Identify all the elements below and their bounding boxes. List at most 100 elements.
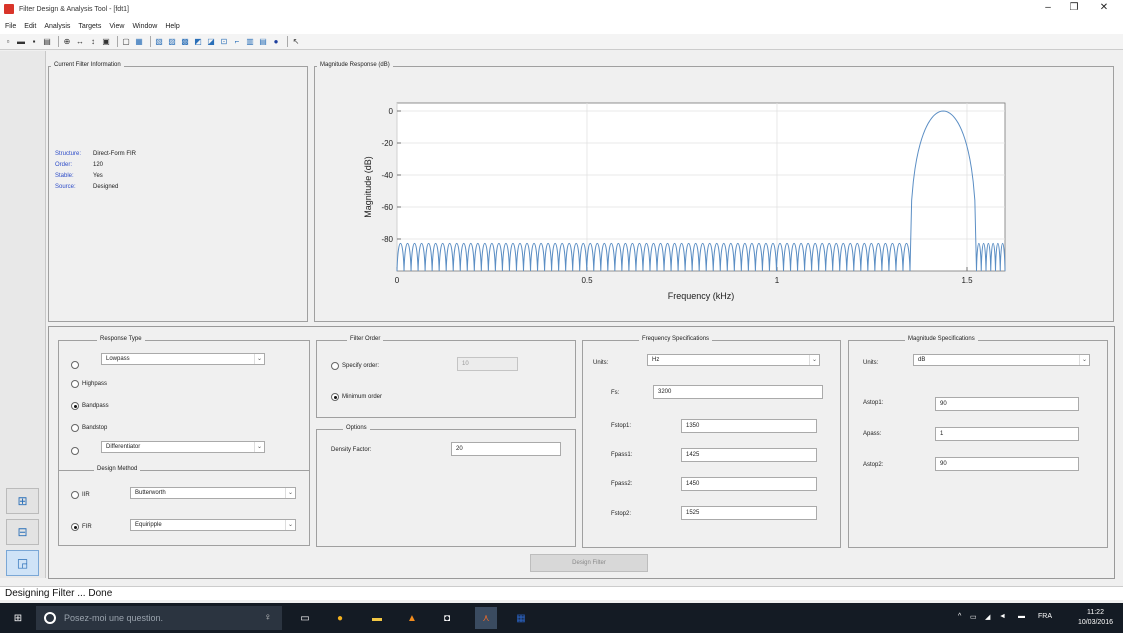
menu-edit[interactable]: Edit (24, 23, 36, 30)
fpass1-label: Fpass1: (611, 452, 633, 458)
phase-delay-icon[interactable]: ◪ (206, 37, 216, 47)
coefficients-icon[interactable]: ▤ (258, 37, 268, 47)
lowpass-select[interactable]: Lowpass ⌄ (101, 353, 265, 365)
freq-units-select[interactable]: Hz ⌄ (647, 354, 820, 366)
language-indicator[interactable]: FRA (1038, 613, 1052, 620)
astop2-input[interactable]: 90 (935, 457, 1079, 471)
density-factor-input[interactable]: 20 (451, 442, 561, 456)
search-placeholder: Posez-moi une question. (64, 613, 164, 623)
iir-method-value: Butterworth (135, 490, 166, 496)
toolbar: ▫ ▬ ▪ ▤ ⊕ ↔ ↕ ▣ ▢ ▦ ▧ ▨ ▩ ◩ ◪ ⊡ ⌐ ▥ ▤ ● … (0, 34, 1123, 50)
info-row-structure: Structure: Direct-Form FIR (55, 151, 136, 157)
clock-time: 11:22 (1086, 609, 1104, 616)
magnitude-response-chart[interactable]: 0 0.5 1 1.5 0 -20 -40 -60 -80 Frequency (kHz) Magn… (315, 67, 1113, 321)
zoom-x-icon[interactable]: ↔ (75, 37, 85, 47)
tray-notification-icon[interactable]: ▬ (1018, 613, 1025, 620)
minimum-order-radio[interactable] (331, 393, 339, 401)
zoom-y-icon[interactable]: ↕ (88, 37, 98, 47)
fstop2-label: Fstop2: (611, 511, 632, 517)
full-view-icon[interactable]: ▣ (101, 37, 111, 47)
specify-order-radio[interactable] (331, 362, 339, 370)
specify-order-input[interactable]: 10 (457, 357, 518, 371)
differentiator-radio[interactable] (71, 447, 79, 455)
phase-response-icon[interactable]: ▨ (167, 37, 177, 47)
mag-units-select[interactable]: dB ⌄ (913, 354, 1090, 366)
whats-this-icon[interactable]: ↖ (291, 37, 301, 47)
tray-network-icon[interactable]: ◢ (985, 613, 990, 621)
fstop1-input[interactable]: 1350 (681, 419, 817, 433)
y-tick-label: -80 (381, 235, 393, 244)
step-response-icon[interactable]: ⌐ (232, 37, 242, 47)
highpass-radio[interactable] (71, 380, 79, 388)
magnitude-response-panel: Magnitude Response (dB) 0 0.5 1 1.5 0 -20 -40-… (314, 62, 1114, 322)
info-value: Yes (93, 173, 103, 179)
bandpass-radio[interactable] (71, 402, 79, 410)
fstop2-input[interactable]: 1525 (681, 506, 817, 520)
tray-up-arrow-icon[interactable]: ^ (958, 613, 961, 620)
word-icon[interactable]: ▦ (514, 611, 528, 625)
cortana-icon (44, 612, 56, 624)
panel-title: Filter Order (347, 336, 384, 342)
menu-analysis[interactable]: Analysis (44, 23, 70, 30)
vlc-icon[interactable]: ▲ (405, 611, 419, 625)
file-explorer-icon[interactable]: ▬ (370, 611, 384, 625)
bandstop-radio[interactable] (71, 424, 79, 432)
fir-radio[interactable] (71, 523, 79, 531)
info-value: Designed (93, 184, 119, 190)
apass-input[interactable]: 1 (935, 427, 1079, 441)
astop1-input[interactable]: 90 (935, 397, 1079, 411)
iir-radio[interactable] (71, 491, 79, 499)
info-key: Structure: (55, 151, 82, 157)
zoom-in-icon[interactable]: ⊕ (62, 37, 72, 47)
menu-targets[interactable]: Targets (78, 23, 101, 30)
magnitude-icon[interactable]: ▦ (134, 37, 144, 47)
chrome-icon[interactable]: ● (333, 611, 347, 625)
fs-input[interactable]: 3200 (653, 385, 823, 399)
maximize-button[interactable]: ❐ (1062, 2, 1086, 13)
design-filter-button[interactable]: Design Filter (530, 554, 648, 572)
fdatool-window: Filter Design & Analysis Tool - [fdt1] –… (0, 0, 1123, 633)
taskbar-clock[interactable]: 11:22 10/03/2016 (1078, 608, 1113, 628)
y-tick-label: 0 (389, 107, 394, 116)
cortana-search-box[interactable]: Posez-moi une question. ♀ (36, 606, 282, 630)
info-key: Source: (55, 184, 76, 190)
filter-info-icon[interactable]: ● (271, 37, 281, 47)
filter-spec-icon[interactable]: ▢ (121, 37, 131, 47)
tray-battery-icon[interactable]: ▭ (970, 613, 977, 621)
tray-volume-icon[interactable]: ◄ (999, 613, 1006, 620)
design-filter-icon[interactable]: ◲ (6, 550, 39, 576)
response-type-panel: Response Type Lowpass ⌄ Highpass Bandpas… (58, 336, 310, 547)
menu-view[interactable]: View (109, 23, 124, 30)
chevron-down-icon: ⌄ (285, 488, 295, 498)
fpass1-input[interactable]: 1425 (681, 448, 817, 462)
mag-phase-icon[interactable]: ▩ (180, 37, 190, 47)
differentiator-select[interactable]: Differentiator ⌄ (101, 441, 265, 453)
fir-method-select[interactable]: Equiripple ⌄ (130, 519, 296, 531)
close-button[interactable]: ✕ (1092, 2, 1116, 13)
save-icon[interactable]: ▪ (29, 37, 39, 47)
matlab-taskbar-icon[interactable]: ⋏ (475, 607, 497, 629)
open-icon[interactable]: ▬ (16, 37, 26, 47)
transform-filter-icon[interactable]: ⊞ (6, 488, 39, 514)
menu-window[interactable]: Window (132, 23, 157, 30)
import-filter-icon[interactable]: ⊟ (6, 519, 39, 545)
fpass2-input[interactable]: 1450 (681, 477, 817, 491)
lowpass-radio[interactable] (71, 361, 79, 369)
panel-title: Frequency Specifications (639, 336, 713, 342)
menu-file[interactable]: File (5, 23, 16, 30)
iir-method-select[interactable]: Butterworth ⌄ (130, 487, 296, 499)
design-method-panel: Design Method IIR Butterworth ⌄ FIR Equi… (58, 466, 310, 547)
minimize-button[interactable]: – (1036, 2, 1060, 13)
impulse-response-icon[interactable]: ⊡ (219, 37, 229, 47)
store-icon[interactable]: ◘ (440, 611, 454, 625)
bandpass-label: Bandpass (82, 403, 109, 409)
x-tick-label: 1 (775, 276, 780, 285)
menu-help[interactable]: Help (165, 23, 179, 30)
pole-zero-icon[interactable]: ▥ (245, 37, 255, 47)
print-icon[interactable]: ▤ (42, 37, 52, 47)
task-view-icon[interactable]: ▭ (298, 611, 312, 625)
windows-start-icon[interactable]: ⊞ (11, 611, 25, 625)
group-delay-icon[interactable]: ◩ (193, 37, 203, 47)
new-icon[interactable]: ▫ (3, 37, 13, 47)
magnitude-response-icon[interactable]: ▧ (154, 37, 164, 47)
